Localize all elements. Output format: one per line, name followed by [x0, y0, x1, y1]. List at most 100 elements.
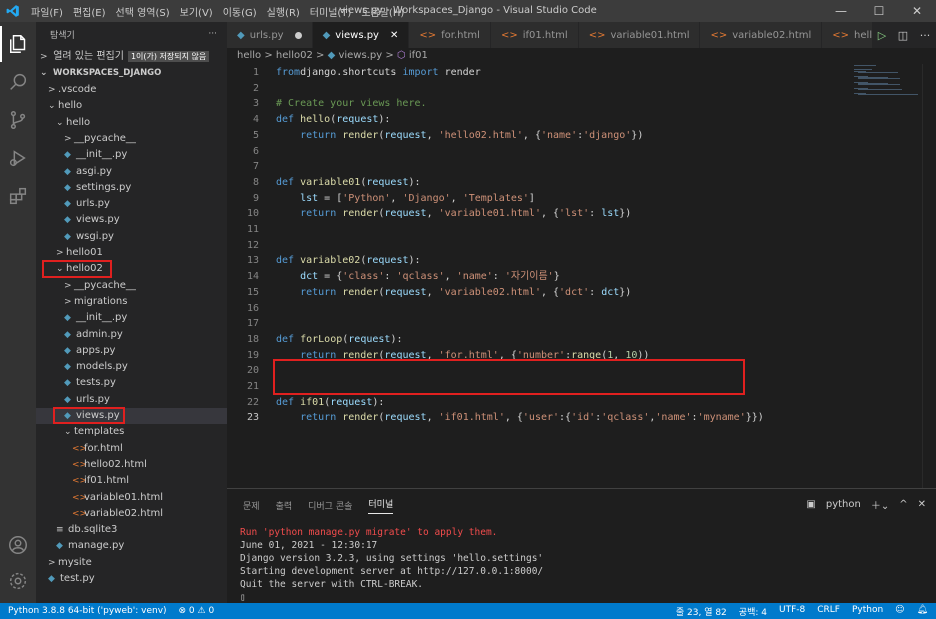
- tree-file[interactable]: ◆ models.py: [36, 359, 227, 375]
- tree-file[interactable]: ◆ views.py: [36, 212, 227, 228]
- tree-folder[interactable]: ⌄ templates: [36, 424, 227, 440]
- tree-file[interactable]: ≡ db.sqlite3: [36, 522, 227, 538]
- breadcrumb-if01[interactable]: if01: [409, 50, 428, 61]
- open-editors-section[interactable]: > 열려 있는 편집기 1이(가) 저장되지 않음: [36, 49, 227, 65]
- code-line[interactable]: def hello(request):: [276, 112, 390, 128]
- more-actions-button[interactable]: ···: [208, 29, 217, 39]
- minimap[interactable]: [852, 64, 922, 104]
- code-line[interactable]: return render(request, 'hello02.html', {…: [276, 128, 643, 144]
- tree-folder[interactable]: > __pycache__: [36, 278, 227, 294]
- code-line[interactable]: def variable02(request):: [276, 253, 421, 269]
- tree-file[interactable]: ◆ tests.py: [36, 375, 227, 391]
- menu-item-2[interactable]: 선택 영역(S): [111, 4, 175, 19]
- code-line[interactable]: return render(request, 'if01.html', {'us…: [276, 410, 764, 426]
- run-icon[interactable]: ▷: [878, 29, 886, 42]
- menu-item-1[interactable]: 편집(E): [68, 4, 111, 19]
- problems-count[interactable]: ⊗ 0 ⚠ 0: [179, 606, 215, 616]
- code-line[interactable]: return render(request, 'variable01.html'…: [276, 206, 631, 222]
- tree-folder[interactable]: > __pycache__: [36, 131, 227, 147]
- tree-file[interactable]: <>variable02.html: [36, 506, 227, 522]
- explorer-icon[interactable]: [0, 26, 36, 62]
- close-tab-icon[interactable]: ✕: [390, 30, 398, 41]
- tree-folder[interactable]: > migrations: [36, 294, 227, 310]
- source-control-icon[interactable]: [0, 102, 36, 138]
- code-line[interactable]: # Create your views here.: [276, 96, 427, 112]
- tree-folder[interactable]: ⌄ hello: [36, 115, 227, 131]
- close-window-button[interactable]: ✕: [898, 0, 936, 22]
- panel-tab-2[interactable]: 디버그 콘솔: [308, 499, 352, 512]
- menu-item-0[interactable]: 파일(F): [26, 4, 68, 19]
- code-line[interactable]: return render(request, 'variable02.html'…: [276, 285, 631, 301]
- tree-file[interactable]: <>if01.html: [36, 473, 227, 489]
- code-token: 'Django': [402, 192, 451, 204]
- terminal-output[interactable]: Run 'python manage.py migrate' to apply …: [240, 526, 543, 604]
- editor-scrollbar[interactable]: [922, 64, 936, 488]
- run-debug-icon[interactable]: [0, 140, 36, 176]
- tree-folder[interactable]: > mysite: [36, 555, 227, 571]
- more-icon[interactable]: ···: [920, 29, 931, 42]
- encoding[interactable]: UTF-8: [779, 605, 805, 618]
- breadcrumb-views[interactable]: views.py: [338, 50, 382, 61]
- tab-1[interactable]: ◆ views.py ✕: [312, 22, 410, 48]
- tree-file[interactable]: ◆ asgi.py: [36, 164, 227, 180]
- line-ending[interactable]: CRLF: [817, 605, 840, 618]
- menu-item-3[interactable]: 보기(V): [175, 4, 218, 19]
- tree-file[interactable]: <>for.html: [36, 441, 227, 457]
- breadcrumb-hello02[interactable]: hello02: [276, 50, 313, 61]
- tree-file[interactable]: ◆ urls.py: [36, 392, 227, 408]
- breadcrumb-hello[interactable]: hello: [237, 50, 261, 61]
- extensions-icon[interactable]: [0, 178, 36, 214]
- tree-folder[interactable]: > hello01: [36, 245, 227, 261]
- panel-tab-1[interactable]: 출력: [276, 499, 293, 512]
- notifications-bell-icon[interactable]: 🔔︎: [917, 605, 928, 618]
- menu-item-7[interactable]: 도움말(H): [356, 4, 409, 19]
- tab-5[interactable]: <> variable02.html: [700, 22, 823, 48]
- indentation[interactable]: 공백: 4: [739, 605, 767, 618]
- tree-file[interactable]: <>variable01.html: [36, 490, 227, 506]
- python-interpreter[interactable]: Python 3.8.8 64-bit ('pyweb': venv): [8, 606, 167, 616]
- tree-file[interactable]: ◆ urls.py: [36, 196, 227, 212]
- tree-file[interactable]: <>hello02.html: [36, 457, 227, 473]
- minimize-button[interactable]: —: [822, 0, 860, 22]
- tree-folder[interactable]: > .vscode: [36, 82, 227, 98]
- cursor-position[interactable]: 줄 23, 열 82: [676, 605, 727, 618]
- settings-gear-icon[interactable]: [0, 563, 36, 599]
- code-line[interactable]: def if01(request):: [276, 395, 384, 411]
- tab-4[interactable]: <> variable01.html: [578, 22, 701, 48]
- tree-file[interactable]: ◆ admin.py: [36, 327, 227, 343]
- code-editor[interactable]: 1 fromdjango.shortcuts import render 2 3 # C…: [227, 64, 936, 488]
- account-icon[interactable]: [0, 527, 36, 563]
- tab-2[interactable]: <> for.html: [409, 22, 491, 48]
- code-line[interactable]: def variable01(request):: [276, 175, 421, 191]
- terminal-shell-label[interactable]: python: [826, 499, 861, 510]
- unsaved-dot-icon[interactable]: [294, 31, 302, 39]
- menu-item-5[interactable]: 실행(R): [262, 4, 305, 19]
- menu-item-4[interactable]: 이동(G): [218, 4, 262, 19]
- tab-0[interactable]: ◆ urls.py: [227, 22, 313, 48]
- panel-tab-0[interactable]: 문제: [243, 499, 260, 512]
- tree-file[interactable]: ◆ manage.py: [36, 538, 227, 554]
- panel-tab-3[interactable]: 터미널: [368, 497, 394, 514]
- tree-file[interactable]: ◆ settings.py: [36, 180, 227, 196]
- maximize-button[interactable]: ☐: [860, 0, 898, 22]
- code-line[interactable]: lst = ['Python', 'Django', 'Templates']: [276, 191, 535, 207]
- menu-item-6[interactable]: 터미널(T): [305, 4, 357, 19]
- code-line[interactable]: def forLoop(request):: [276, 332, 402, 348]
- tree-file[interactable]: ◆ test.py: [36, 571, 227, 587]
- tree-file[interactable]: ◆ __init__.py: [36, 310, 227, 326]
- close-panel-icon[interactable]: ✕: [918, 499, 926, 510]
- maximize-panel-icon[interactable]: ^: [899, 499, 907, 510]
- workspace-section[interactable]: ⌄ WORKSPACES_DJANGO: [36, 65, 227, 81]
- tree-file[interactable]: ◆ __init__.py: [36, 147, 227, 163]
- feedback-icon[interactable]: ☺: [895, 605, 904, 618]
- tab-3[interactable]: <> if01.html: [490, 22, 579, 48]
- code-line[interactable]: dct = {'class': 'qclass', 'name': '자기이름'…: [276, 269, 560, 285]
- split-editor-icon[interactable]: ◫: [898, 29, 908, 42]
- tree-file[interactable]: ◆ apps.py: [36, 343, 227, 359]
- tree-folder[interactable]: ⌄ hello: [36, 98, 227, 114]
- search-icon[interactable]: [0, 64, 36, 100]
- code-line[interactable]: fromdjango.shortcuts import render: [276, 65, 481, 81]
- new-terminal-icon[interactable]: ＋⌄: [871, 497, 889, 512]
- language-mode[interactable]: Python: [852, 605, 883, 618]
- tree-file[interactable]: ◆ wsgi.py: [36, 229, 227, 245]
